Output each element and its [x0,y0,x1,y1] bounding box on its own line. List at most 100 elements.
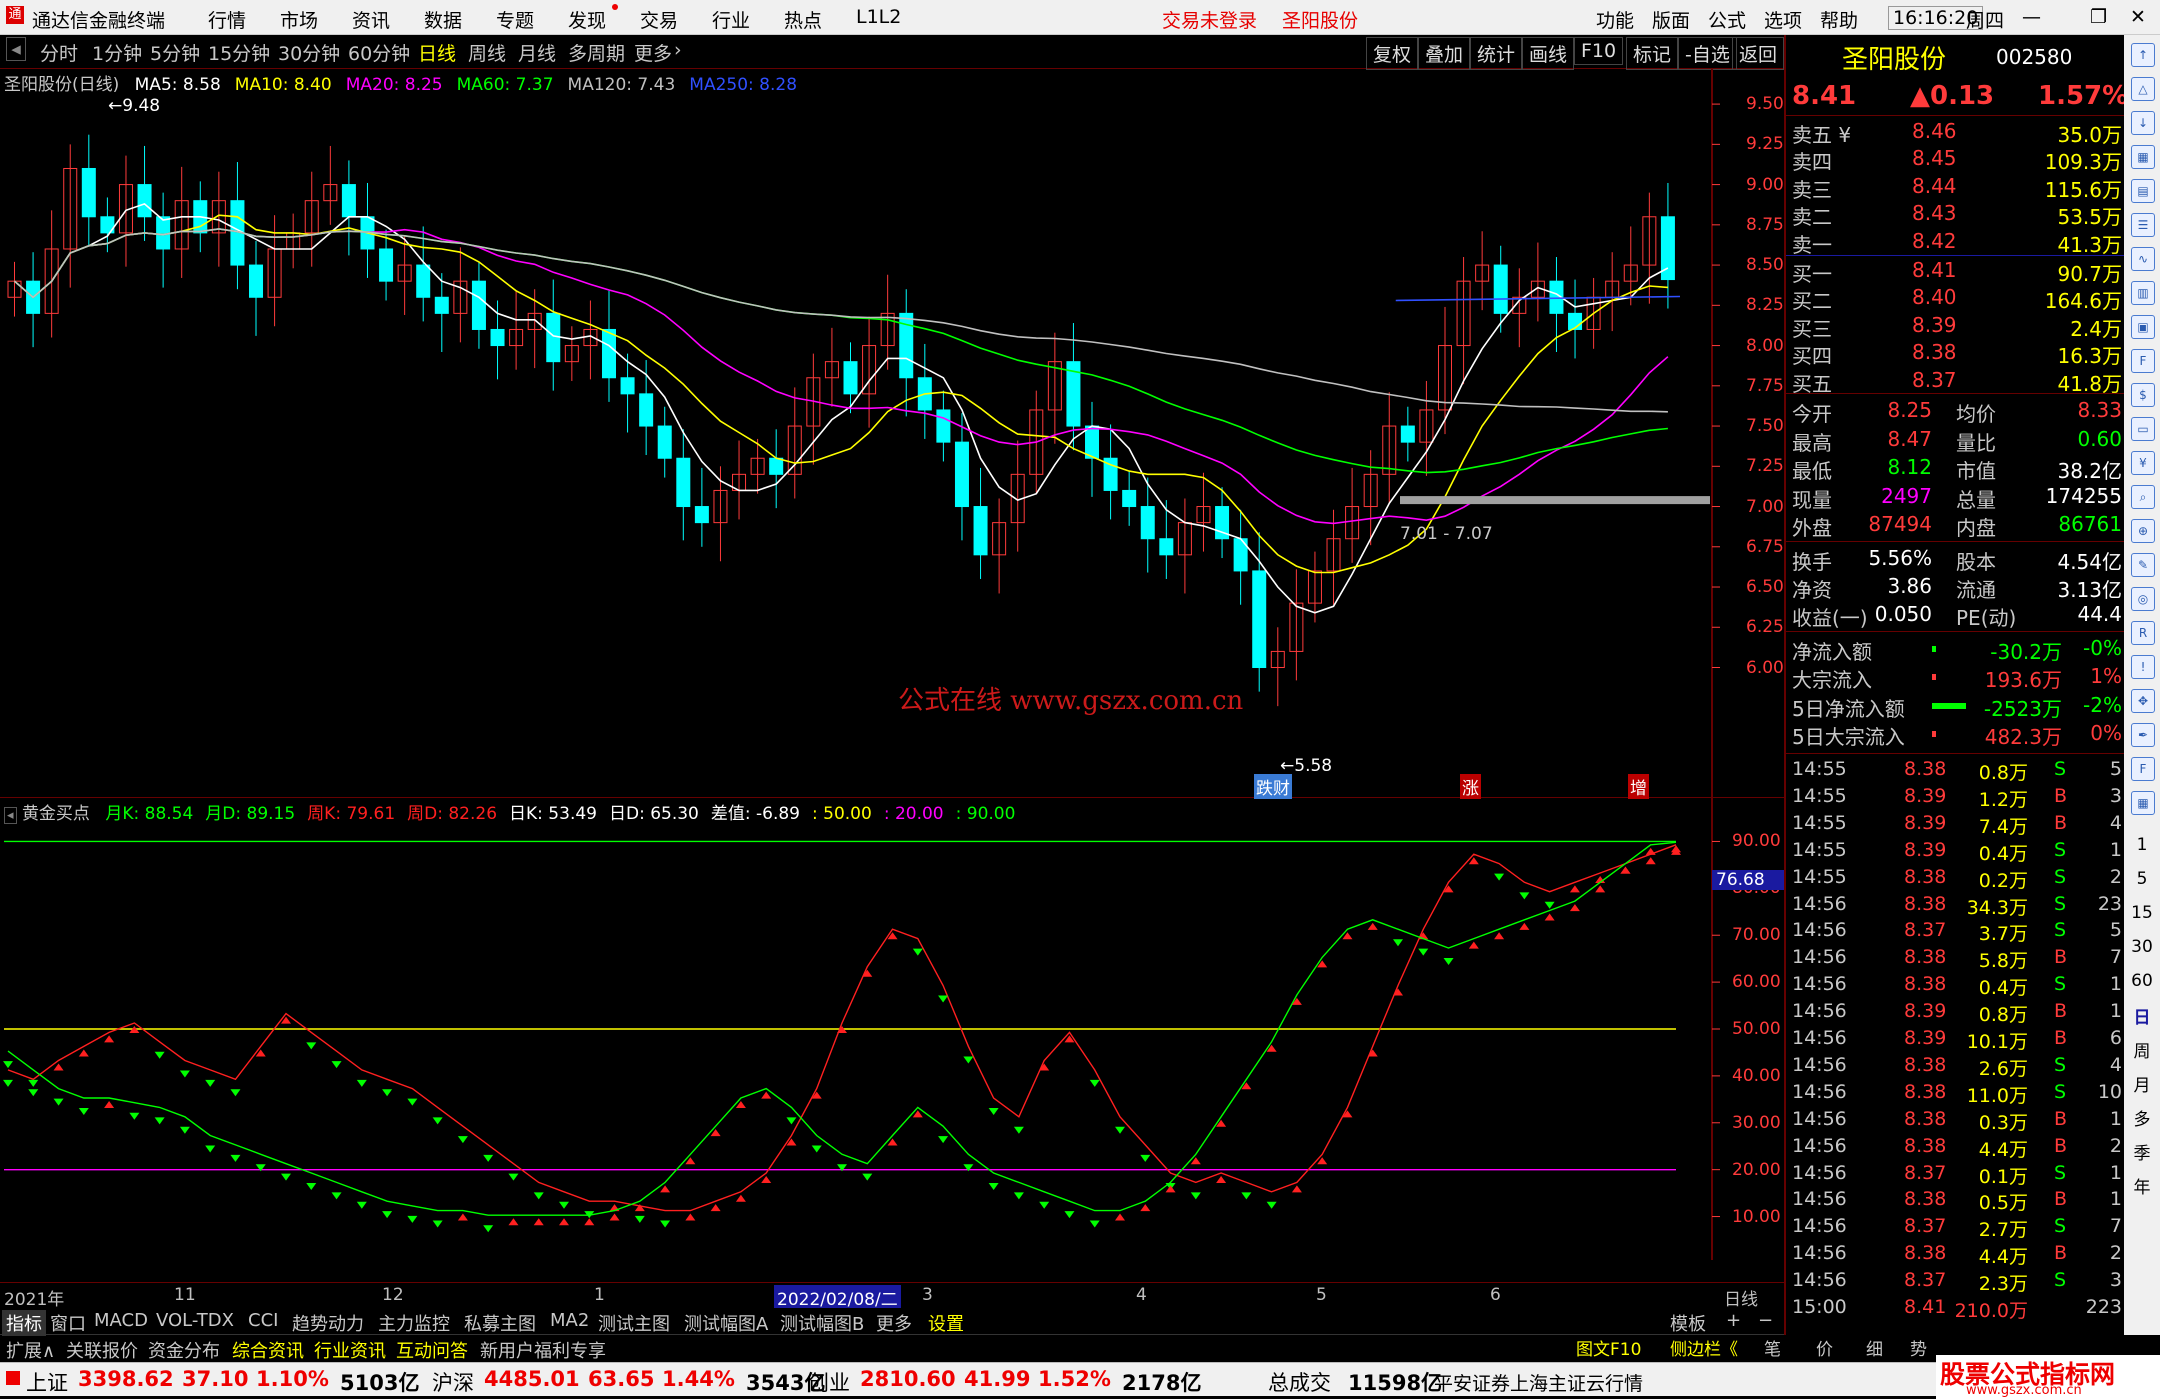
sidebar-period-2[interactable]: 月 [2124,1071,2160,1096]
period-multi[interactable]: 多周期 [568,39,625,66]
menu-zixun[interactable]: 资讯 [352,6,390,33]
arrow-up-small-icon[interactable]: △ [2131,77,2155,101]
bottom-tab-2[interactable]: MACD [90,1310,152,1331]
collapse-icon[interactable]: ◂ [6,37,26,61]
sidebar-num-4[interactable]: 60 [2124,971,2160,991]
quote-server[interactable]: 平安证券上海主证云行情 [1434,1369,1643,1396]
calendar-icon[interactable]: ▭ [2131,417,2155,441]
btn-fuquan[interactable]: 复权 [1366,37,1419,70]
zoom-icon[interactable]: ⊕ [2131,519,2155,543]
bid-row-3[interactable]: 买四 8.38 16.3万 [1792,340,2122,368]
table-icon[interactable]: ▣ [2131,315,2155,339]
list-icon[interactable]: ☰ [2131,213,2155,237]
menu-zhuanti[interactable]: 专题 [496,6,534,33]
menu-bangzhu[interactable]: 帮助 [1820,6,1858,33]
event-tag-1[interactable]: 跌财 [1254,774,1292,799]
btn-zixuan[interactable]: -自选 [1678,37,1737,70]
bottom-tab-13[interactable]: 设置 [924,1310,968,1336]
login-status[interactable]: 交易未登录 [1162,6,1257,33]
period-monthly[interactable]: 月线 [518,39,556,66]
bid-row-1[interactable]: 买二 8.40 164.6万 [1792,285,2122,313]
sidebar-num-3[interactable]: 30 [2124,937,2160,957]
btn-tongji[interactable]: 统计 [1470,37,1523,70]
sidebar-period-4[interactable]: 季 [2124,1139,2160,1164]
bottom-tab2-3[interactable]: 综合资讯 [228,1337,308,1363]
bid-row-4[interactable]: 买五 8.37 41.8万 [1792,368,2122,396]
remove-window-button[interactable]: − [1754,1310,1777,1331]
add-window-button[interactable]: + [1722,1310,1745,1331]
menu-faxian[interactable]: 发现 [568,6,606,33]
menu-jiaoyi[interactable]: 交易 [640,6,678,33]
btn-diejia[interactable]: 叠加 [1418,37,1471,70]
grid-icon[interactable]: ▤ [2131,179,2155,203]
panel-footer-tab-1[interactable]: 侧边栏《 [1670,1335,1738,1360]
bottom-tab2-0[interactable]: 扩展∧ [2,1337,59,1363]
bottom-tab-5[interactable]: 趋势动力 [288,1310,368,1336]
indicator-chart[interactable] [0,798,1784,1260]
bottom-tab-12[interactable]: 更多 [872,1310,916,1336]
btn-fanhui[interactable]: 返回 [1732,37,1784,70]
sidebar-num-2[interactable]: 15 [2124,903,2160,923]
period-60min[interactable]: 60分钟 [348,39,410,66]
period-more[interactable]: 更多 [634,39,672,66]
line-chart-icon[interactable]: ∿ [2131,247,2155,271]
bottom-tab-8[interactable]: MA2 [546,1310,593,1331]
event-tag-2[interactable]: 涨 [1460,774,1481,799]
tick-list[interactable]: 14:55 8.38 0.8万 S 5 14:55 8.39 1.2万 B 3 14:55 8.39 7… [1786,753,2126,1322]
bottom-tab-4[interactable]: CCI [244,1310,282,1331]
chart-area[interactable]: 圣阳股份(日线) MA5: 8.58 MA10: 8.40 MA20: 8.25 MA… [0,68,1784,1310]
bottom-tab-7[interactable]: 私募主图 [460,1310,540,1336]
chevron-right-icon[interactable]: › [674,39,682,61]
rsi-icon[interactable]: R [2131,621,2155,645]
bar-chart-icon[interactable]: ▥ [2131,281,2155,305]
pen-icon[interactable]: ✒ [2131,723,2155,747]
bottom-tab-0[interactable]: 指标 [2,1310,46,1336]
grid2-icon[interactable]: ▦ [2131,791,2155,815]
btn-biaoji[interactable]: 标记 [1626,37,1679,70]
panel-footer-tab-2[interactable]: 笔 [1764,1335,1781,1360]
bottom-tab2-6[interactable]: 新用户福利专享 [476,1337,610,1363]
price-chart[interactable] [0,68,1784,798]
bottom-tab-11[interactable]: 测试幅图B [776,1310,868,1336]
menu-gongneng[interactable]: 功能 [1596,6,1634,33]
tools-icon[interactable]: ✎ [2131,553,2155,577]
arrow-up-icon[interactable]: ↑ [2131,43,2155,67]
menu-hangqing[interactable]: 行情 [208,6,246,33]
move-icon[interactable]: ✥ [2131,689,2155,713]
target-icon[interactable]: ◎ [2131,587,2155,611]
menu-shichang[interactable]: 市场 [280,6,318,33]
period-1min[interactable]: 1分钟 [92,39,142,66]
template-button[interactable]: 模板 [1666,1310,1710,1336]
ask-row-1[interactable]: 卖四 8.45 109.3万 [1792,146,2122,174]
btn-f10[interactable]: F10 [1574,37,1624,65]
menu-banmian[interactable]: 版面 [1652,6,1690,33]
index-name-0[interactable]: 上证 [26,1367,68,1397]
ask-row-2[interactable]: 卖三 8.44 115.6万 [1792,174,2122,202]
panel-footer-tab-5[interactable]: 势 [1910,1335,1927,1360]
bottom-tab2-5[interactable]: 互动问答 [392,1337,472,1363]
panel-footer-tab-3[interactable]: 价 [1816,1335,1833,1360]
period-15min[interactable]: 15分钟 [208,39,270,66]
bottom-tab-3[interactable]: VOL-TDX [152,1310,238,1331]
period-5min[interactable]: 5分钟 [150,39,200,66]
search-icon[interactable]: ⌕ [2131,485,2155,509]
sidebar-num-1[interactable]: 5 [2124,869,2160,889]
sidebar-period-5[interactable]: 年 [2124,1173,2160,1198]
bid-row-2[interactable]: 买三 8.39 2.4万 [1792,313,2122,341]
period-weekly[interactable]: 周线 [468,39,506,66]
bottom-tab2-4[interactable]: 行业资讯 [310,1337,390,1363]
event-tag-3[interactable]: 增 [1628,774,1649,799]
sidebar-period-1[interactable]: 周 [2124,1037,2160,1062]
panel-footer-tab-4[interactable]: 细 [1866,1335,1883,1360]
ask-row-3[interactable]: 卖二 8.43 53.5万 [1792,201,2122,229]
arrow-down-icon[interactable]: ↓ [2131,111,2155,135]
dollar-icon[interactable]: $ [2131,383,2155,407]
minimize-icon[interactable]: — [2022,6,2041,28]
risk-icon[interactable]: ! [2131,655,2155,679]
bottom-tab-10[interactable]: 测试幅图A [680,1310,772,1336]
sidebar-num-0[interactable]: 1 [2124,835,2160,855]
period-daily[interactable]: 日线 [418,39,456,66]
bottom-tab-9[interactable]: 测试主图 [594,1310,674,1336]
index-name-2[interactable]: 创业 [808,1367,850,1397]
period-30min[interactable]: 30分钟 [278,39,340,66]
